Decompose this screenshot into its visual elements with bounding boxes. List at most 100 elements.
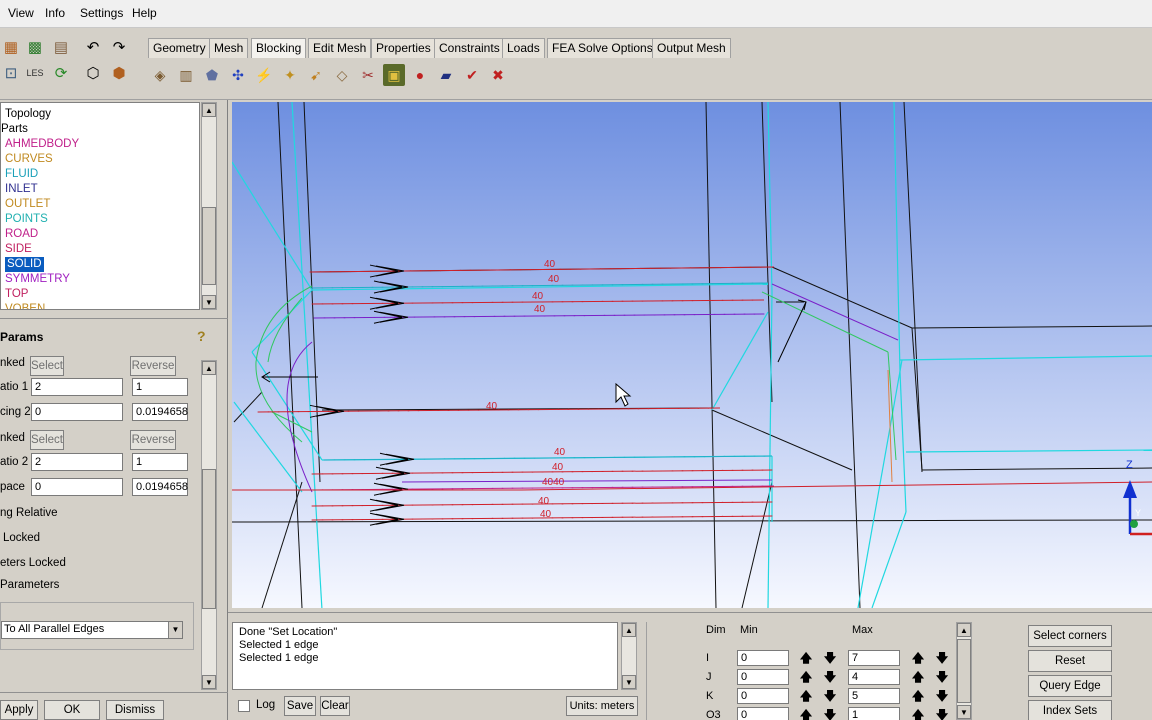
tab-constraints[interactable]: Constraints — [434, 38, 505, 58]
up-arrow-icon[interactable]: 🡅 — [798, 707, 814, 720]
log-checkbox[interactable] — [238, 700, 250, 712]
scroll-thumb[interactable] — [202, 207, 216, 285]
block-checks-icon[interactable]: ▰ — [435, 64, 457, 86]
spacing2-field[interactable]: 0 — [31, 403, 123, 421]
min-field[interactable]: 0 — [737, 669, 789, 685]
max-field[interactable]: 4 — [848, 669, 900, 685]
viewport-canvas[interactable]: 4040404040404040404040 Z Y — [232, 102, 1152, 608]
redo-icon[interactable]: ↷ — [108, 36, 130, 58]
copy-method-select[interactable]: To All Parallel Edges ▼ — [1, 621, 183, 639]
tab-output-mesh[interactable]: Output Mesh — [652, 38, 731, 58]
dismiss-button[interactable]: Dismiss — [106, 700, 164, 720]
create-block-icon[interactable]: ◈ — [149, 64, 171, 86]
split-block-icon[interactable]: ▥ — [175, 64, 197, 86]
min-field[interactable]: 0 — [737, 688, 789, 704]
menu-info[interactable]: Info — [45, 6, 65, 20]
down-arrow-icon[interactable]: 🡇 — [822, 650, 838, 666]
delete-block-icon[interactable]: ✔ — [461, 64, 483, 86]
merge-vertices-icon[interactable]: ⬟ — [201, 64, 223, 86]
menu-settings[interactable]: Settings — [80, 6, 123, 20]
tree-topology[interactable]: Topology — [5, 107, 51, 122]
tree-part-solid[interactable]: SOLID — [5, 257, 44, 272]
max-field[interactable]: 1 — [848, 707, 900, 720]
up-arrow-icon[interactable]: 🡅 — [910, 707, 926, 720]
tree-part-symmetry[interactable]: SYMMETRY — [5, 272, 70, 287]
scroll-up-icon[interactable]: ▲ — [622, 623, 636, 637]
wireframe-icon[interactable]: ⬡ — [82, 62, 104, 84]
down-arrow-icon[interactable]: 🡇 — [934, 707, 950, 720]
up-arrow-icon[interactable]: 🡅 — [798, 688, 814, 704]
ratio1-field[interactable]: 2 — [31, 378, 123, 396]
solid-view-icon[interactable]: ⬢ — [108, 62, 130, 84]
refresh-icon[interactable]: ⟳ — [50, 62, 72, 84]
params-scrollbar[interactable]: ▲ ▼ — [201, 360, 217, 690]
pre-mesh-quality-icon[interactable]: ▣ — [383, 64, 405, 86]
up-arrow-icon[interactable]: 🡅 — [798, 650, 814, 666]
tree-scrollbar[interactable]: ▲ ▼ — [201, 102, 217, 310]
tree-parts[interactable]: Parts — [1, 122, 28, 137]
tree-part-outlet[interactable]: OUTLET — [5, 197, 50, 212]
down-arrow-icon[interactable]: 🡇 — [934, 688, 950, 704]
down-arrow-icon[interactable]: 🡇 — [822, 707, 838, 720]
space-field[interactable]: 0 — [31, 478, 123, 496]
scroll-up-icon[interactable]: ▲ — [202, 361, 216, 375]
apply-button[interactable]: Apply — [0, 700, 38, 720]
geometry-icon[interactable]: ▩ — [24, 36, 46, 58]
ratio2-field[interactable]: 2 — [31, 453, 123, 471]
min-field[interactable]: 0 — [737, 650, 789, 666]
tab-mesh[interactable]: Mesh — [209, 38, 249, 58]
associate-icon[interactable]: ⚡ — [253, 64, 275, 86]
mesh-load-icon[interactable]: ▤ — [50, 36, 72, 58]
query-edge-button[interactable]: Query Edge — [1028, 675, 1112, 697]
pre-mesh-params-icon[interactable]: ✂ — [357, 64, 379, 86]
min-field[interactable]: 0 — [737, 707, 789, 720]
up-arrow-icon[interactable]: 🡅 — [798, 669, 814, 685]
select-corners-button[interactable]: Select corners — [1028, 625, 1112, 647]
tree-part-fluid[interactable]: FLUID — [5, 167, 38, 182]
copy-parameters-checkbox[interactable]: Parameters — [0, 579, 59, 591]
tree-part-ahmedbody[interactable]: AHMEDBODY — [5, 137, 79, 152]
tree-part-curves[interactable]: CURVES — [5, 152, 53, 167]
select-button-1[interactable]: Select — [30, 356, 64, 376]
help-icon[interactable]: ? — [197, 328, 213, 346]
clear-button[interactable]: Clear — [320, 696, 350, 716]
reverse-button-2[interactable]: Reverse — [130, 430, 176, 450]
units-button[interactable]: Units: meters — [566, 696, 638, 716]
tree-part-inlet[interactable]: INLET — [5, 182, 38, 197]
scroll-down-icon[interactable]: ▼ — [202, 295, 216, 309]
edit-block-icon[interactable]: ✣ — [227, 64, 249, 86]
tab-edit-mesh[interactable]: Edit Mesh — [308, 38, 372, 58]
tab-loads[interactable]: Loads — [502, 38, 545, 58]
select-button-2[interactable]: Select — [30, 430, 64, 450]
down-arrow-icon[interactable]: 🡇 — [822, 688, 838, 704]
undo-icon[interactable]: ↶ — [82, 36, 104, 58]
menu-view[interactable]: View — [8, 6, 34, 20]
spacing-relative-checkbox[interactable]: ng Relative — [0, 507, 58, 519]
down-arrow-icon[interactable]: 🡇 — [934, 650, 950, 666]
scroll-thumb[interactable] — [957, 639, 971, 703]
pre-mesh-smooth-icon[interactable]: ● — [409, 64, 431, 86]
scroll-up-icon[interactable]: ▲ — [957, 623, 971, 637]
max-field[interactable]: 5 — [848, 688, 900, 704]
up-arrow-icon[interactable]: 🡅 — [910, 669, 926, 685]
max-field[interactable]: 7 — [848, 650, 900, 666]
tab-fea-solve-options[interactable]: FEA Solve Options — [547, 38, 658, 58]
tree-part-top[interactable]: TOP — [5, 287, 28, 302]
locked-checkbox[interactable]: Locked — [3, 532, 40, 544]
index-sets-button[interactable]: Index Sets — [1028, 700, 1112, 720]
up-arrow-icon[interactable]: 🡅 — [910, 650, 926, 666]
fit-icon[interactable]: ⊡ — [0, 62, 22, 84]
les-icon[interactable]: LES — [24, 62, 46, 84]
tree-part-voben[interactable]: VOBEN — [5, 302, 45, 309]
menu-help[interactable]: Help — [132, 6, 157, 20]
move-vertex-icon[interactable]: ✦ — [279, 64, 301, 86]
message-scrollbar[interactable]: ▲ ▼ — [621, 622, 637, 690]
parameters-locked-checkbox[interactable]: eters Locked — [0, 557, 66, 569]
save-button[interactable]: Save — [284, 696, 316, 716]
scroll-thumb[interactable] — [202, 469, 216, 609]
tree-part-side[interactable]: SIDE — [5, 242, 32, 257]
up-arrow-icon[interactable]: 🡅 — [910, 688, 926, 704]
ok-button[interactable]: OK — [44, 700, 100, 720]
index-scrollbar[interactable]: ▲ ▼ — [956, 622, 972, 720]
tab-blocking[interactable]: Blocking — [251, 38, 307, 58]
